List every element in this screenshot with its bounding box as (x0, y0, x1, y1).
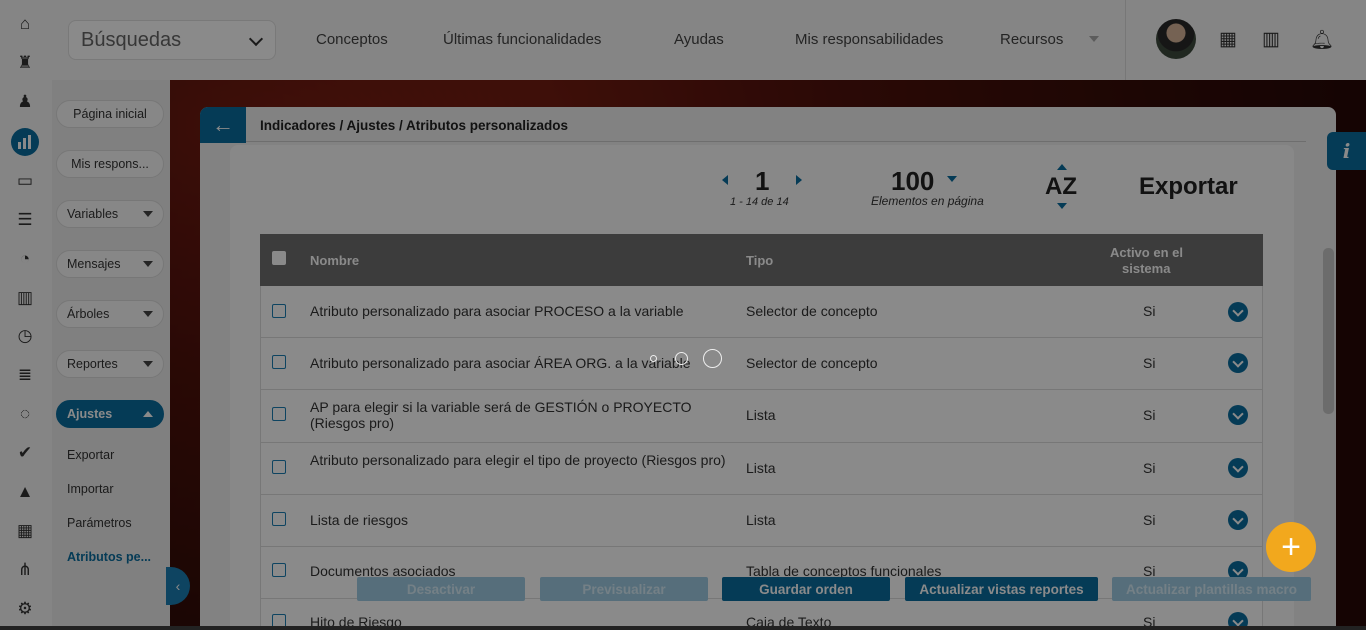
spinner-dot-icon (703, 349, 722, 368)
add-button[interactable]: + (1266, 522, 1316, 572)
loading-overlay (0, 0, 1366, 630)
spinner-dot-icon (675, 352, 688, 365)
bottom-edge (0, 626, 1366, 630)
spinner-dot-icon (650, 355, 657, 362)
